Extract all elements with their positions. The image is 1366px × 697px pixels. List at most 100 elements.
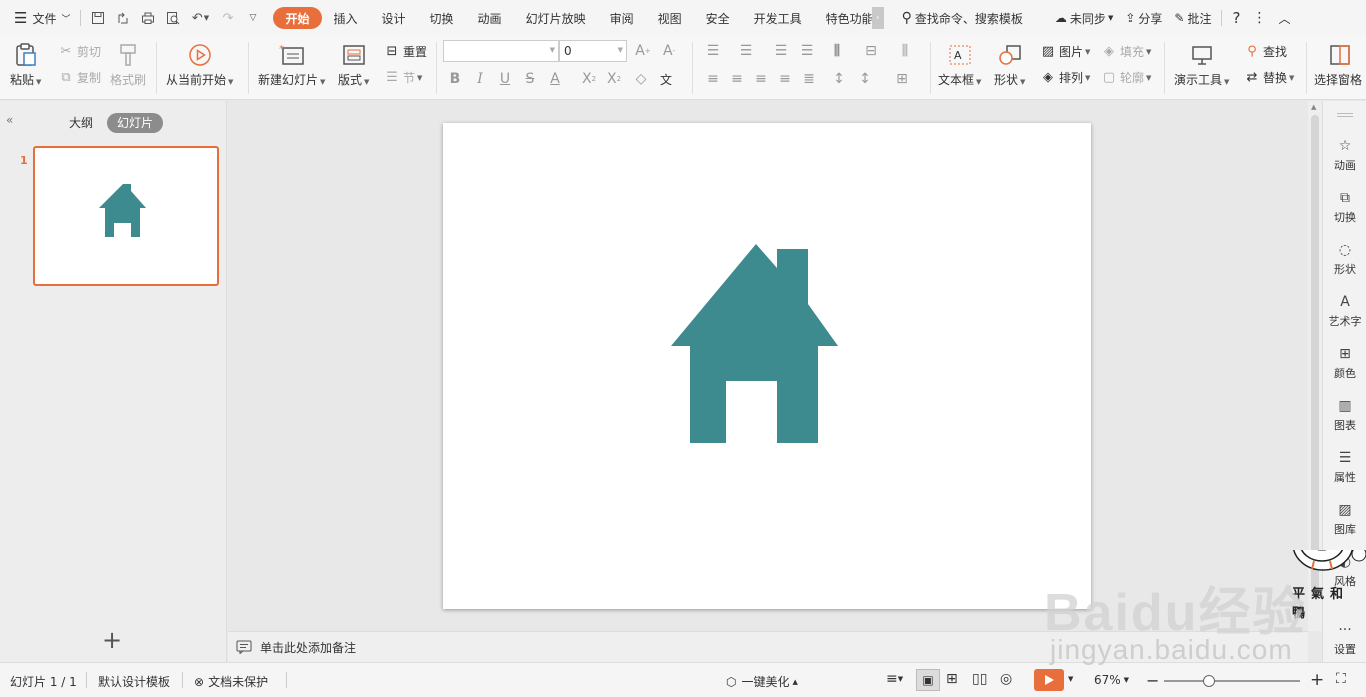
scroll-up-icon[interactable]: ▲ (1311, 103, 1316, 111)
redo-icon[interactable]: ↷ (215, 5, 240, 31)
slideshow-options-icon[interactable]: ▼ (1068, 675, 1073, 683)
tab-security[interactable]: 安全 (694, 7, 742, 29)
slide[interactable] (443, 123, 1091, 609)
bold-icon[interactable]: B (446, 70, 464, 88)
align-center-icon[interactable]: ≡ (728, 70, 746, 88)
shape-button[interactable]: 形状 ▼ (994, 42, 1025, 88)
comment-button[interactable]: ✎ 批注 (1168, 5, 1217, 31)
smart-art-icon[interactable]: ⊞ (893, 70, 911, 88)
replace-button[interactable]: ⇄ 替换 ▼ (1244, 69, 1295, 86)
tabs-scroll-right-icon[interactable]: › (871, 7, 884, 29)
tab-home[interactable]: 开始 (273, 7, 322, 29)
sidebar-item-animation[interactable]: ☆ 动画 (1323, 137, 1366, 173)
copy-button[interactable]: ⧉ 复制 (58, 69, 101, 86)
picture-button[interactable]: ▨ 图片 ▼ (1040, 43, 1091, 60)
more-options-icon[interactable]: ⋮ (1246, 5, 1272, 31)
export-icon[interactable] (110, 5, 135, 31)
new-slide-button[interactable]: * 新建幻灯片 ▼ (258, 42, 325, 88)
fit-to-window-icon[interactable]: ⛶ (1336, 671, 1346, 687)
outline-button[interactable]: ▢ 轮廓 ▼ (1101, 69, 1152, 86)
print-icon[interactable] (135, 5, 160, 31)
sidebar-item-color[interactable]: ⊞ 颜色 (1323, 345, 1366, 381)
sidebar-item-transition[interactable]: ⧉ 切换 (1323, 189, 1366, 225)
text-direction-icon[interactable]: ⫼ (828, 42, 846, 60)
numbered-list-icon[interactable]: ☰ (737, 42, 755, 60)
play-from-current-button[interactable]: 从当前开始 ▼ (166, 42, 233, 88)
sidebar-item-settings[interactable]: ··· 设置 (1323, 621, 1366, 657)
normal-view-icon[interactable]: ▣ (916, 669, 940, 691)
sidebar-item-style[interactable]: ◐ 风格 (1323, 553, 1366, 589)
arrange-button[interactable]: ◈ 排列 ▼ (1040, 69, 1090, 86)
fill-button[interactable]: ◈ 填充 ▼ (1101, 43, 1151, 60)
layout-button[interactable]: 版式 ▼ (338, 42, 369, 88)
undo-icon[interactable]: ↶ ▼ (185, 5, 215, 31)
zoom-level[interactable]: 67% ▼ (1094, 673, 1129, 687)
sidebar-item-shape[interactable]: ◌ 形状 (1323, 241, 1366, 277)
find-button[interactable]: ⚲ 查找 (1244, 43, 1287, 60)
paragraph-spacing-icon[interactable]: ↕ (856, 70, 874, 88)
reading-view-icon[interactable]: ▯▯ (972, 671, 987, 687)
zoom-in-icon[interactable]: + (1310, 670, 1324, 690)
font-size-select[interactable]: 0 ▼ (559, 40, 627, 62)
save-icon[interactable] (85, 5, 110, 31)
subscript-icon[interactable]: X2 (605, 70, 623, 88)
house-shape[interactable] (443, 123, 1091, 609)
tab-developer[interactable]: 开发工具 (742, 7, 814, 29)
sidebar-item-chart[interactable]: ▥ 图表 (1323, 397, 1366, 433)
format-painter-button[interactable]: 格式刷 (110, 42, 146, 88)
clear-format-icon[interactable]: ◇ (632, 70, 650, 88)
customize-quick-access-icon[interactable]: ▽ (240, 5, 265, 31)
increase-indent-icon[interactable]: ☰ (798, 42, 816, 60)
tab-slides[interactable]: 幻灯片 (107, 113, 164, 133)
sidebar-item-properties[interactable]: ☰ 属性 (1323, 449, 1366, 485)
file-menu[interactable]: ☰ 文件 ﹀ (8, 5, 76, 31)
slide-sorter-icon[interactable]: ⊞ (946, 671, 958, 687)
superscript-icon[interactable]: X2 (580, 70, 598, 88)
text-box-button[interactable]: A 文本框 ▼ (938, 42, 981, 88)
justify-icon[interactable]: ≡ (776, 70, 794, 88)
increase-font-icon[interactable]: A + (634, 42, 652, 60)
distribute-icon[interactable]: ≣ (800, 70, 818, 88)
font-color-icon[interactable]: A (546, 70, 564, 88)
font-name-select[interactable]: ▼ (443, 40, 559, 62)
presentation-tools-button[interactable]: 演示工具 ▼ (1174, 42, 1229, 88)
align-left-icon[interactable]: ≡ (704, 70, 722, 88)
vertical-scrollbar[interactable]: ▲ (1308, 101, 1322, 631)
phonetic-guide-icon[interactable]: 文 (657, 70, 675, 88)
tab-special-features[interactable]: 特色功能 (814, 7, 872, 29)
document-protection[interactable]: ⊗ 文档未保护 (194, 673, 268, 690)
command-search[interactable]: ⚲ 查找命令、搜索模板 (896, 5, 1029, 31)
italic-icon[interactable]: I (471, 70, 489, 88)
zoom-slider-knob[interactable] (1202, 675, 1215, 687)
notes-toggle-icon[interactable]: ≡ ▼ (886, 671, 903, 687)
tab-insert[interactable]: 插入 (322, 7, 370, 29)
slideshow-play-button[interactable] (1034, 669, 1064, 691)
decrease-font-icon[interactable]: A- (660, 42, 678, 60)
tab-view[interactable]: 视图 (646, 7, 694, 29)
tab-transitions[interactable]: 切换 (418, 7, 466, 29)
add-slide-button[interactable]: + (100, 628, 124, 653)
underline-icon[interactable]: U (496, 70, 514, 88)
help-icon[interactable]: ? (1226, 5, 1246, 31)
reset-button[interactable]: ⊟ 重置 (384, 43, 427, 60)
collapse-ribbon-icon[interactable]: ︿ (1272, 5, 1296, 31)
selection-pane-button[interactable]: 选择窗格 (1314, 42, 1366, 88)
share-button[interactable]: ⇪ 分享 (1119, 5, 1168, 31)
sidebar-item-gallery[interactable]: ▨ 图库 (1323, 501, 1366, 537)
line-spacing-icon[interactable]: ↕ (830, 70, 848, 88)
tab-slideshow[interactable]: 幻灯片放映 (514, 7, 598, 29)
tab-animations[interactable]: 动画 (466, 7, 514, 29)
notes-bar[interactable]: 单击此处添加备注 (228, 631, 1308, 662)
strikethrough-icon[interactable]: S (521, 70, 539, 88)
tab-review[interactable]: 审阅 (598, 7, 646, 29)
bullet-list-icon[interactable]: ☰ (704, 42, 722, 60)
slide-thumbnail[interactable] (33, 146, 219, 286)
cut-button[interactable]: ✂ 剪切 (58, 43, 101, 60)
sync-status[interactable]: ☁ 未同步 ▼ (1049, 5, 1119, 31)
tab-design[interactable]: 设计 (370, 7, 418, 29)
print-preview-icon[interactable] (160, 5, 185, 31)
paste-button[interactable]: 粘贴 ▼ (10, 42, 41, 88)
section-button[interactable]: ☰ 节 ▼ (384, 69, 422, 86)
scrollbar-thumb[interactable] (1311, 115, 1319, 595)
columns-icon[interactable]: ⫼ (896, 42, 914, 60)
